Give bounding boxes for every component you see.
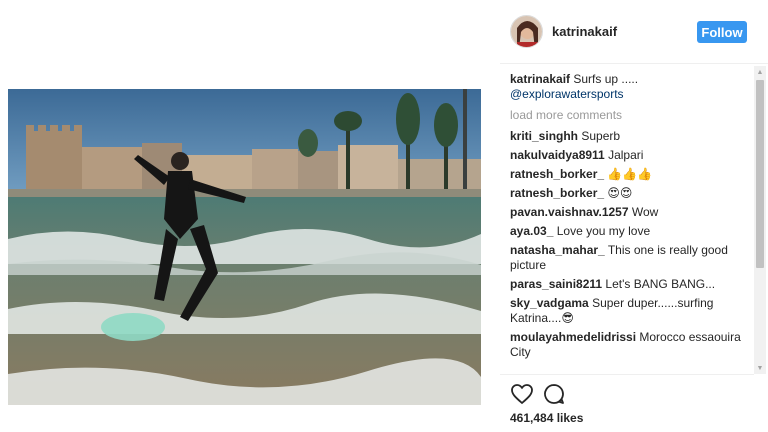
comment-text: Wow	[631, 205, 659, 219]
heart-icon[interactable]	[510, 382, 534, 406]
comment-username[interactable]: aya.03_	[510, 224, 553, 238]
header-username[interactable]: katrinakaif	[552, 24, 617, 39]
comment-item: sky_vadgama Super duper......surfing Kat…	[510, 296, 752, 326]
comment-item: aya.03_ Love you my love	[510, 224, 752, 239]
comment-text: Love you my love	[556, 224, 651, 238]
comment-text: Superb	[581, 129, 621, 143]
comment-item: ratnesh_borker_ 😍😍	[510, 186, 752, 201]
scroll-up-arrow-icon[interactable]: ▲	[754, 66, 766, 78]
comment-username[interactable]: pavan.vaishnav.1257	[510, 205, 629, 219]
scrollbar-thumb[interactable]	[756, 80, 764, 268]
comment-item: moulayahmedelidrissi Morocco essaouira C…	[510, 330, 752, 360]
post-photo[interactable]	[8, 89, 481, 405]
avatar[interactable]	[510, 15, 543, 48]
comment-item: natasha_mahar_ This one is really good p…	[510, 243, 752, 273]
comment-username[interactable]: nakulvaidya8911	[510, 148, 605, 162]
comment-username[interactable]: paras_saini8211	[510, 277, 602, 291]
caption-text: Surfs up .....	[573, 72, 639, 86]
comment-text: 👍👍👍	[607, 167, 653, 181]
post-caption: katrinakaif Surfs up ..... @explorawater…	[510, 72, 752, 102]
caption-mention-link[interactable]: @explorawatersports	[510, 87, 624, 101]
comment-username[interactable]: kriti_singhh	[510, 129, 578, 143]
comments-list: katrinakaif Surfs up ..... @explorawater…	[510, 72, 752, 374]
comment-item: ratnesh_borker_ 👍👍👍	[510, 167, 752, 182]
comment-username[interactable]: ratnesh_borker_	[510, 167, 604, 181]
caption-username[interactable]: katrinakaif	[510, 72, 570, 86]
surfing-photo	[8, 89, 481, 405]
comment-item: pavan.vaishnav.1257 Wow	[510, 205, 752, 220]
comment-username[interactable]: sky_vadgama	[510, 296, 589, 310]
comments-scrollbar[interactable]: ▲ ▼	[754, 66, 766, 374]
likes-count[interactable]: 461,484 likes	[510, 411, 583, 425]
comment-text: 😍😍	[607, 186, 633, 200]
comment-username[interactable]: natasha_mahar_	[510, 243, 605, 257]
comment-username[interactable]: moulayahmedelidrissi	[510, 330, 636, 344]
comment-item: kriti_singhh Superb	[510, 129, 752, 144]
scroll-down-arrow-icon[interactable]: ▼	[754, 362, 766, 374]
post-actions: 461,484 likes	[500, 374, 754, 432]
post-header: katrinakaif Follow	[500, 0, 768, 64]
comment-text: Jalpari	[608, 148, 644, 162]
comment-item: nakulvaidya8911 Jalpari	[510, 148, 752, 163]
post-sidebar: katrinakaif Follow katrinakaif Surfs up …	[500, 0, 768, 432]
follow-button[interactable]: Follow	[697, 21, 747, 43]
comment-icon[interactable]	[542, 382, 566, 406]
comment-text: Let's BANG BANG...	[605, 277, 716, 291]
comment-username[interactable]: ratnesh_borker_	[510, 186, 604, 200]
load-more-comments-link[interactable]: load more comments	[510, 108, 752, 123]
comment-item: paras_saini8211 Let's BANG BANG...	[510, 277, 752, 292]
